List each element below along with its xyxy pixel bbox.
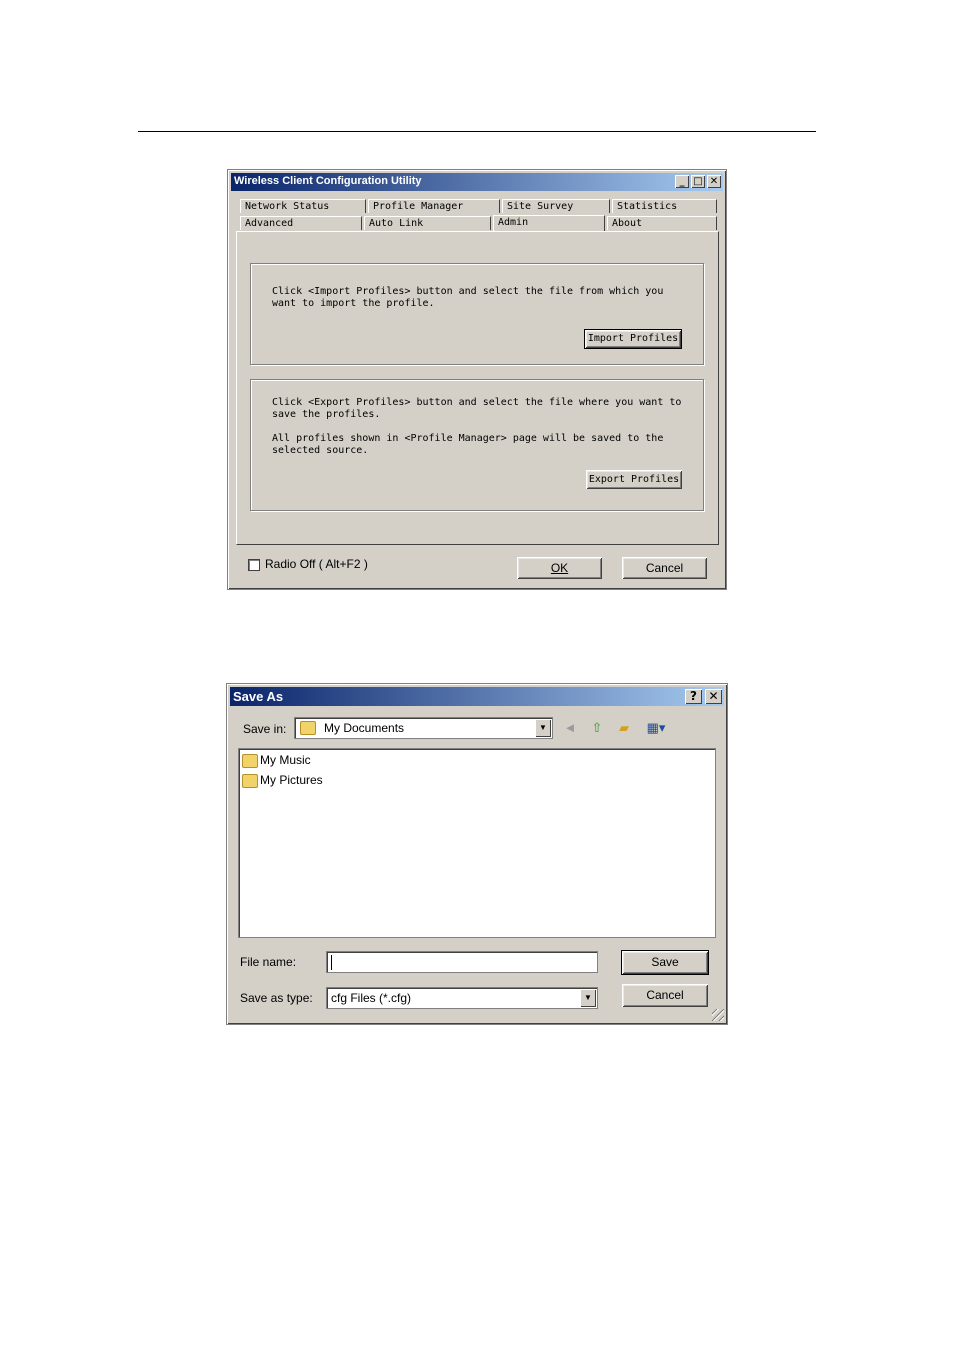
cancel-button[interactable]: Cancel xyxy=(622,984,708,1007)
wireless-config-dialog: Wireless Client Configuration Utility _ … xyxy=(227,169,727,590)
folder-icon xyxy=(242,773,258,788)
new-folder-icon[interactable]: ▰ xyxy=(614,719,634,737)
page-divider xyxy=(138,131,816,132)
list-item[interactable]: My Music xyxy=(242,753,311,768)
save-as-type-dropdown[interactable]: cfg Files (*.cfg) ▼ xyxy=(326,987,598,1009)
dialog-title: Save As xyxy=(233,689,284,704)
cancel-button[interactable]: Cancel xyxy=(622,557,707,579)
back-icon[interactable]: ◄ xyxy=(560,719,580,737)
file-list[interactable]: My Music My Pictures xyxy=(238,748,716,938)
close-icon[interactable]: ✕ xyxy=(705,689,722,704)
tab-network-status[interactable]: Network Status xyxy=(240,199,366,213)
maximize-icon[interactable]: □ xyxy=(691,175,705,188)
tab-about[interactable]: About xyxy=(607,216,717,230)
tab-admin[interactable]: Admin xyxy=(493,215,605,231)
resize-grip-icon[interactable] xyxy=(712,1009,724,1021)
radio-off-label: Radio Off ( Alt+F2 ) xyxy=(265,557,368,571)
export-group: Click <Export Profiles> button and selec… xyxy=(250,379,704,511)
import-instructions: Click <Import Profiles> button and selec… xyxy=(272,286,670,309)
tab-profile-manager[interactable]: Profile Manager xyxy=(368,199,500,213)
up-folder-icon[interactable]: ⇧ xyxy=(587,719,607,737)
file-name-input[interactable] xyxy=(326,951,598,973)
tab-advanced[interactable]: Advanced xyxy=(240,216,362,230)
export-instructions: Click <Export Profiles> button and selec… xyxy=(272,397,688,420)
title-bar: Wireless Client Configuration Utility _ … xyxy=(231,173,723,191)
import-group: Click <Import Profiles> button and selec… xyxy=(250,263,704,365)
close-icon[interactable]: ✕ xyxy=(707,175,721,188)
import-profiles-button[interactable]: Import Profiles xyxy=(584,329,682,349)
text-cursor xyxy=(331,955,332,970)
save-as-type-value: cfg Files (*.cfg) xyxy=(331,991,412,1005)
chevron-down-icon[interactable]: ▼ xyxy=(580,989,596,1007)
ok-button[interactable]: OK xyxy=(517,557,602,579)
save-as-dialog: Save As ? ✕ Save in: My Documents ▼ ◄ ⇧ … xyxy=(226,683,728,1025)
save-as-type-label: Save as type: xyxy=(240,991,313,1005)
save-in-label: Save in: xyxy=(243,722,287,736)
save-button[interactable]: Save xyxy=(621,950,709,975)
save-in-value: My Documents xyxy=(324,721,405,735)
dialog-title: Wireless Client Configuration Utility xyxy=(234,175,422,187)
folder-icon xyxy=(242,753,258,768)
file-name-label: File name: xyxy=(240,955,297,969)
view-menu-icon[interactable]: ▦▾ xyxy=(641,719,671,737)
export-note: All profiles shown in <Profile Manager> … xyxy=(272,433,670,456)
help-icon[interactable]: ? xyxy=(685,689,702,704)
tab-auto-link[interactable]: Auto Link xyxy=(364,216,491,230)
tab-statistics[interactable]: Statistics xyxy=(612,199,717,213)
export-profiles-button[interactable]: Export Profiles xyxy=(586,470,682,489)
chevron-down-icon[interactable]: ▼ xyxy=(535,719,551,737)
list-item[interactable]: My Pictures xyxy=(242,773,323,788)
minimize-icon[interactable]: _ xyxy=(675,175,689,188)
radio-off-checkbox[interactable] xyxy=(248,559,260,571)
folder-icon xyxy=(300,721,316,735)
save-in-dropdown[interactable]: My Documents ▼ xyxy=(294,717,553,739)
tab-site-survey[interactable]: Site Survey xyxy=(502,199,610,213)
title-bar: Save As ? ✕ xyxy=(230,687,724,706)
